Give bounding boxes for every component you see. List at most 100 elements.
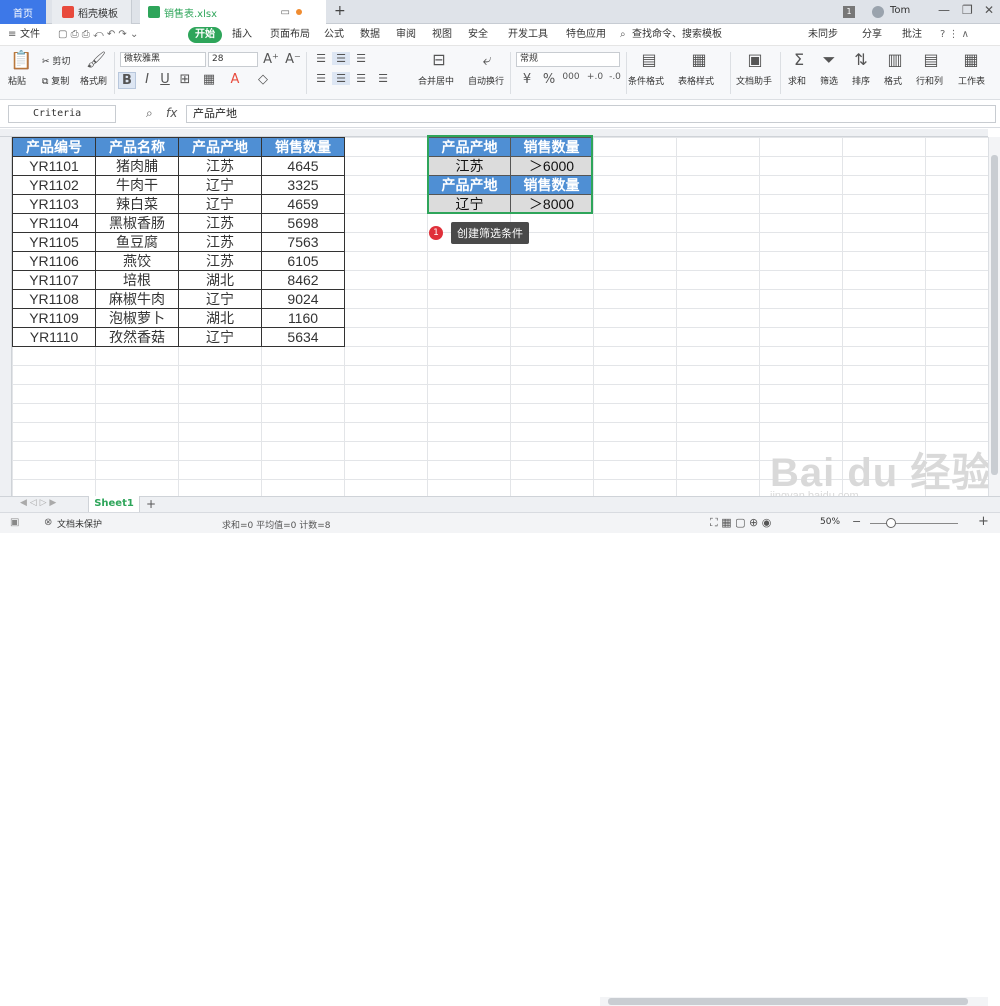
italic-button[interactable]: I [138,72,156,87]
sync-status[interactable]: 未同步 [808,27,838,43]
cell-origin[interactable]: 湖北 [178,270,262,290]
align-center-icon[interactable]: ☰ [332,72,350,85]
criteria-header-origin[interactable]: 产品产地 [428,175,511,195]
cell-origin[interactable]: 江苏 [178,232,262,252]
cell-origin[interactable]: 辽宁 [178,289,262,309]
format-painter-button[interactable]: 格式刷 [80,74,107,87]
format-button[interactable]: 格式 [884,74,902,87]
protect-status[interactable]: 文档未保护 [57,517,102,530]
user-name[interactable]: Tom [890,5,910,16]
thousands-icon[interactable]: 000 [562,72,580,82]
vertical-scrollbar[interactable] [988,137,1000,497]
zoom-out-icon[interactable]: − [852,515,861,528]
paste-icon[interactable]: 📋 [10,50,32,71]
column-header[interactable] [0,129,988,137]
cell-origin[interactable]: 江苏 [178,213,262,233]
cell-product-name[interactable]: 麻椒牛肉 [95,289,179,309]
help-icon[interactable]: ? ⋮ ∧ [940,27,969,43]
menu-file[interactable]: 文件 [20,27,40,43]
cell-product-id[interactable]: YR1102 [12,175,96,195]
filter-button[interactable]: 筛选 [820,74,838,87]
doc-helper-icon[interactable]: ▣ [746,50,764,69]
cell-product-name[interactable]: 燕饺 [95,251,179,271]
font-color-icon[interactable]: A [226,72,244,87]
cell-product-name[interactable]: 黑椒香肠 [95,213,179,233]
avatar[interactable] [872,6,884,18]
horizontal-scroll-thumb[interactable] [608,998,968,1005]
cell-product-name[interactable]: 猪肉脯 [95,156,179,176]
font-size-select[interactable]: 28 [208,52,258,67]
row-header[interactable] [0,137,12,497]
tab-templates[interactable]: 稻壳模板 [52,0,132,24]
cell-origin[interactable]: 江苏 [178,156,262,176]
criteria-header-origin[interactable]: 产品产地 [428,137,511,157]
quick-access-icons[interactable]: ▢ ⎙ ⎙ ⤺ ↶ ↷ ⌄ [58,27,138,43]
menu-special[interactable]: 特色应用 [566,27,606,43]
font-family-select[interactable]: 微软雅黑 [120,52,206,67]
criteria-origin-value[interactable]: 辽宁 [428,194,511,214]
cell-sales[interactable]: 4659 [261,194,345,214]
formula-input[interactable]: 产品产地 [186,105,996,123]
align-middle-icon[interactable]: ☰ [332,52,350,65]
cell-origin[interactable]: 辽宁 [178,175,262,195]
merge-icon[interactable]: ⊟ [430,50,448,69]
command-search[interactable]: 查找命令、搜索模板 [632,27,722,43]
cell-origin[interactable]: 辽宁 [178,327,262,347]
align-top-icon[interactable]: ☰ [312,52,330,65]
justify-icon[interactable]: ☰ [374,72,392,85]
menu-review[interactable]: 审阅 [396,27,416,43]
sort-button[interactable]: 排序 [852,74,870,87]
cell-product-id[interactable]: YR1107 [12,270,96,290]
fx-icon[interactable]: fx [166,106,177,120]
cell-sales[interactable]: 1160 [261,308,345,328]
table-style-button[interactable]: 表格样式 [678,74,714,87]
copy-button[interactable]: ⧉ 复制 [42,74,69,87]
font-shrink-icon[interactable]: A⁻ [284,52,302,67]
tab-file[interactable]: 销售表.xlsx ▭ [140,0,326,24]
doc-helper-button[interactable]: 文档助手 [736,74,772,87]
align-right-icon[interactable]: ☰ [352,72,370,85]
sheet-tab-sheet1[interactable]: Sheet1 [88,496,140,513]
sheet-nav-icons[interactable]: ◀ ◁ ▷ ▶ [20,498,56,508]
cut-button[interactable]: ✂ 剪切 [42,54,70,67]
sort-icon[interactable]: ⇅ [852,50,870,69]
menu-view[interactable]: 视图 [432,27,452,43]
menu-start[interactable]: 开始 [188,27,222,43]
percent-button[interactable]: % [540,72,558,87]
window-icon[interactable]: ▭ [281,7,290,18]
menu-formula[interactable]: 公式 [324,27,344,43]
align-left-icon[interactable]: ☰ [312,72,330,85]
rows-cols-icon[interactable]: ▤ [922,50,940,69]
comment-button[interactable]: 批注 [902,27,922,43]
cell-sales[interactable]: 4645 [261,156,345,176]
cell-product-name[interactable]: 牛肉干 [95,175,179,195]
tab-home[interactable]: 首页 [0,0,46,24]
underline-button[interactable]: U [156,72,174,87]
cell-sales[interactable]: 6105 [261,251,345,271]
header-sales[interactable]: 销售数量 [261,137,345,157]
merge-center-button[interactable]: 合并居中 [418,74,454,87]
restore-icon[interactable]: ❐ [962,3,973,17]
menu-page-layout[interactable]: 页面布局 [270,27,310,43]
worksheet-button[interactable]: 工作表 [958,74,985,87]
cell-sales[interactable]: 7563 [261,232,345,252]
conditional-format-icon[interactable]: ▤ [640,50,658,69]
paste-button[interactable]: 粘贴 [8,74,26,87]
format-icon[interactable]: ▥ [886,50,904,69]
close-icon[interactable]: ✕ [984,3,994,17]
hamburger-icon[interactable]: ≡ [8,27,16,43]
cell-sales[interactable]: 5634 [261,327,345,347]
criteria-sales-value[interactable]: ＞6000 [510,156,593,176]
cell-sales[interactable]: 8462 [261,270,345,290]
cell-origin[interactable]: 湖北 [178,308,262,328]
cell-product-id[interactable]: YR1103 [12,194,96,214]
bold-button[interactable]: B [118,72,136,89]
decimal-increase-icon[interactable]: +.0 [586,72,604,82]
criteria-origin-value[interactable]: 江苏 [428,156,511,176]
share-button[interactable]: 分享 [862,27,882,43]
zoom-search-icon[interactable]: ⌕ [146,106,153,121]
worksheet-icon[interactable]: ▦ [962,50,980,69]
vertical-scroll-thumb[interactable] [991,155,998,475]
font-grow-icon[interactable]: A⁺ [262,52,280,67]
currency-icon[interactable]: ¥ [518,72,536,87]
